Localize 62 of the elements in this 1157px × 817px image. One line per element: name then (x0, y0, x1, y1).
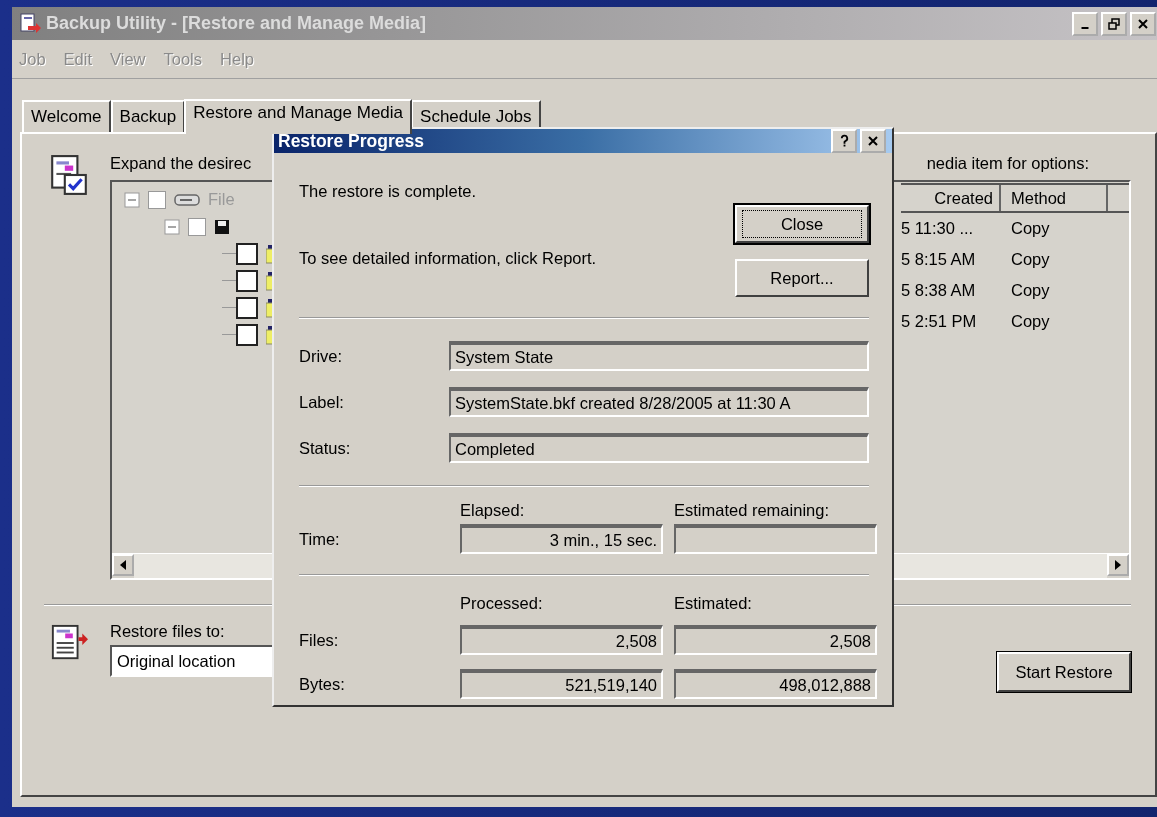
read-only-field: 2,508 (674, 625, 877, 655)
drive-icon (174, 192, 200, 207)
restore-to-label: Restore files to: (110, 622, 225, 641)
window-title: Backup Utility - [Restore and Manage Media] (46, 13, 428, 34)
table-cell-text: 5 8:38 AM (901, 281, 977, 300)
checkbox[interactable] (188, 217, 206, 236)
column-heading: Elapsed: (460, 501, 526, 520)
close-button[interactable] (860, 129, 886, 153)
help-icon (838, 134, 850, 148)
read-only-field: 498,012,888 (674, 669, 877, 699)
checkbox[interactable] (236, 242, 258, 265)
read-only-field: SystemState.bkf created 8/28/2005 at 11:30 A (449, 387, 869, 417)
field-label: Time: (299, 529, 341, 549)
minimize-button[interactable] (1072, 11, 1098, 36)
restore-window-button[interactable] (1101, 11, 1127, 36)
checkbox[interactable] (236, 269, 258, 292)
column-header[interactable]: Method (1001, 185, 1108, 211)
column-heading: Estimated: (674, 594, 753, 613)
close-icon (1137, 17, 1149, 30)
app-icon (18, 11, 42, 36)
checkbox[interactable] (236, 296, 258, 319)
read-only-field: 521,519,140 (460, 669, 663, 699)
options-hint-text: nedia item for options: (926, 154, 1089, 174)
status-message: The restore is complete. (299, 182, 477, 201)
close-icon (867, 135, 879, 147)
read-only-field: Completed (449, 433, 869, 463)
field-label: Label: (299, 392, 345, 412)
table-cell-text: Copy (1011, 312, 1051, 331)
table-cell-text: 5 11:30 ... (901, 219, 975, 238)
scroll-left-button[interactable] (112, 554, 134, 576)
checkbox[interactable] (236, 323, 258, 346)
tab[interactable]: Backup (110, 100, 186, 132)
instruction-text: Expand the desirec (110, 154, 252, 174)
field-label: Status: (299, 438, 352, 458)
tab[interactable]: Welcome (22, 100, 111, 132)
read-only-field: 3 min., 15 sec. (460, 524, 663, 554)
read-only-field: 2,508 (460, 625, 663, 655)
minimize-icon (1081, 27, 1089, 29)
checkbox[interactable] (148, 190, 166, 209)
info-text: To see detailed information, click Report. (299, 249, 597, 268)
table-cell-text: 5 2:51 PM (901, 312, 978, 331)
table-cell-text: Copy (1011, 250, 1051, 269)
dialog-button[interactable]: Close (735, 205, 869, 243)
field-label: Bytes: (299, 674, 346, 694)
column-header[interactable]: Created (901, 185, 1001, 211)
scroll-right-button[interactable] (1107, 554, 1129, 576)
field-label: Drive: (299, 346, 344, 366)
tab[interactable]: Restore and Manage Media (184, 99, 413, 134)
right-arrow-icon (1114, 560, 1122, 570)
close-button[interactable] (1130, 11, 1156, 36)
column-heading: Estimated remaining: (674, 501, 830, 520)
checklist-icon (50, 154, 88, 196)
table-cell-text: 5 8:15 AM (901, 250, 977, 269)
dialog-button[interactable]: Report... (735, 259, 869, 297)
restore-window-icon (1108, 17, 1120, 30)
table-cell-text: Copy (1011, 219, 1051, 238)
column-heading: Processed: (460, 594, 544, 613)
start-restore-button[interactable]: Start Restore (997, 652, 1131, 692)
table-cell-text: Copy (1011, 281, 1051, 300)
left-arrow-icon (119, 560, 127, 570)
read-only-field: System State (449, 341, 869, 371)
help-button[interactable] (831, 129, 857, 153)
